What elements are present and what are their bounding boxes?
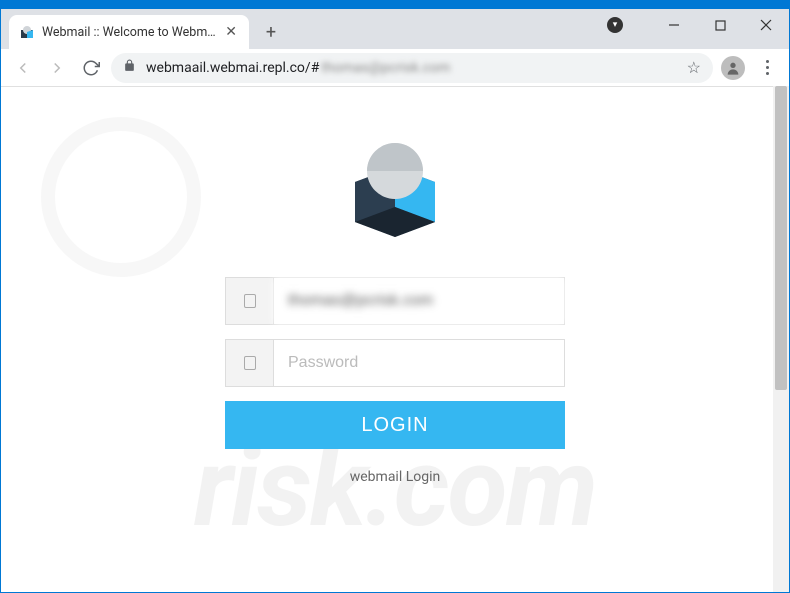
password-field-wrapper — [225, 339, 565, 387]
forward-button[interactable] — [43, 54, 71, 82]
login-footer-label: webmail Login — [350, 469, 441, 485]
tab-strip: Webmail :: Welcome to Webmail ✕ + ▾ — [1, 9, 789, 49]
browser-toolbar: webmaail.webmai.repl.co/#thomas@pcrisk.c… — [1, 49, 789, 87]
login-form: LOGIN webmail Login — [215, 127, 575, 485]
tab-close-icon[interactable]: ✕ — [223, 22, 239, 42]
reload-button[interactable] — [77, 54, 105, 82]
url-text: webmaail.webmai.repl.co/#thomas@pcrisk.c… — [146, 60, 677, 76]
email-icon — [226, 278, 274, 324]
window-close-button[interactable] — [743, 9, 789, 41]
tab-favicon-icon — [19, 24, 35, 40]
new-tab-button[interactable]: + — [257, 18, 285, 46]
bookmark-star-icon[interactable]: ☆ — [687, 58, 701, 77]
scrollbar-thumb[interactable] — [775, 86, 787, 390]
login-button[interactable]: LOGIN — [225, 401, 565, 449]
page-content: risk.com LOGIN — [1, 87, 789, 592]
browser-tab[interactable]: Webmail :: Welcome to Webmail ✕ — [9, 15, 249, 49]
lock-icon — [123, 59, 136, 76]
profile-button[interactable] — [719, 54, 747, 82]
window-minimize-button[interactable] — [651, 9, 697, 41]
extension-indicator-icon[interactable]: ▾ — [599, 9, 631, 41]
email-field-wrapper — [225, 277, 565, 325]
webmail-logo-icon — [335, 127, 455, 247]
menu-button[interactable] — [753, 54, 781, 82]
back-button[interactable] — [9, 54, 37, 82]
vertical-scrollbar[interactable] — [773, 86, 789, 592]
window-maximize-button[interactable] — [697, 9, 743, 41]
email-input[interactable] — [274, 278, 564, 324]
password-icon — [226, 340, 274, 386]
password-input[interactable] — [274, 340, 564, 386]
address-bar[interactable]: webmaail.webmai.repl.co/#thomas@pcrisk.c… — [111, 53, 713, 83]
tab-title: Webmail :: Welcome to Webmail — [42, 25, 216, 40]
